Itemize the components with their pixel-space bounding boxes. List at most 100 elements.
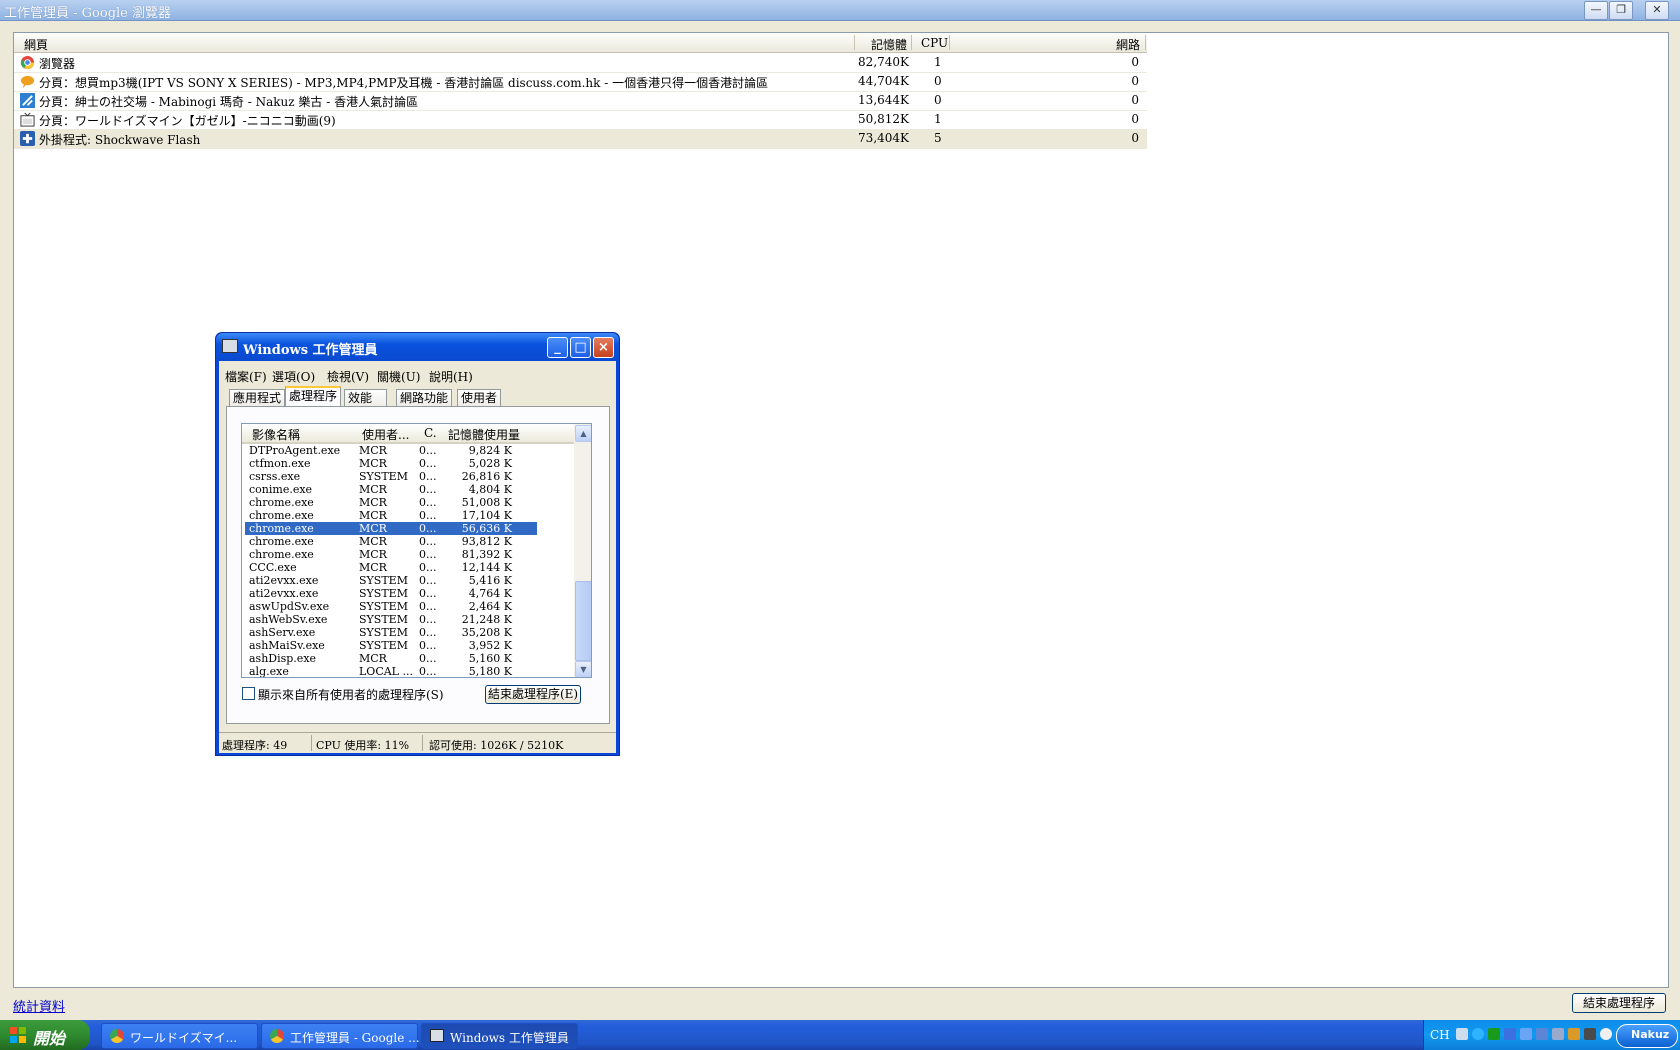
process-user: MCR — [359, 457, 387, 470]
column-user[interactable]: 使用者... — [362, 426, 409, 443]
process-mem: 4,804 K — [468, 483, 512, 496]
process-image-name: ashDisp.exe — [249, 652, 317, 665]
process-row[interactable]: alg.exe LOCAL ... 0... 5,180 K — [245, 665, 537, 678]
show-all-users-label: 顯示來自所有使用者的處理程序(S) — [258, 688, 444, 702]
task-manager-icon — [430, 1029, 444, 1042]
process-row[interactable]: ashServ.exe SYSTEM 0... 35,208 K — [245, 626, 537, 639]
process-cpu: 0... — [419, 470, 437, 483]
language-indicator[interactable]: CH — [1430, 1028, 1450, 1042]
scroll-thumb[interactable] — [575, 581, 591, 661]
antivirus-icon[interactable] — [1568, 1028, 1580, 1040]
tm-minimize-button[interactable]: _ — [547, 337, 568, 358]
taskbar-item[interactable]: 工作管理員 - Google ... — [261, 1023, 420, 1049]
process-row[interactable]: chrome.exe MCR 0... 81,392 K — [245, 548, 537, 561]
process-row[interactable]: chrome.exe MCR 0... 51,008 K — [245, 496, 537, 509]
column-memory[interactable]: 記憶體 — [871, 36, 907, 53]
tray-app-icon[interactable] — [1600, 1028, 1612, 1040]
column-image-name[interactable]: 影像名稱 — [252, 426, 300, 443]
ime-icon[interactable] — [1456, 1028, 1468, 1040]
stats-link[interactable]: 統計資料 — [13, 996, 65, 1015]
process-row[interactable]: csrss.exe SYSTEM 0... 26,816 K — [245, 470, 537, 483]
process-row[interactable]: chrome.exe MCR 0... 17,104 K — [245, 509, 537, 522]
column-cpu[interactable]: C. — [424, 426, 437, 440]
minimize-button[interactable]: — — [1584, 1, 1608, 20]
table-row[interactable]: 外掛程式: Shockwave Flash 73,404K 5 0 — [14, 129, 1147, 149]
cpu-value: 5 — [934, 131, 942, 145]
process-row[interactable]: ashWebSv.exe SYSTEM 0... 21,248 K — [245, 613, 537, 626]
process-list-scrollbar[interactable]: ▲ ▼ — [574, 424, 591, 677]
process-row[interactable]: chrome.exe MCR 0... 56,636 K — [245, 522, 537, 535]
process-image-name: ashMaiSv.exe — [249, 639, 325, 652]
update-icon[interactable] — [1472, 1028, 1484, 1040]
window-title: 工作管理員 - Google 瀏覽器 — [4, 6, 172, 21]
table-row[interactable]: 瀏覽器 82,740K 1 0 — [14, 53, 1147, 73]
tm-body: 檔案(F) 選項(O) 檢視(V) 關機(U) 說明(H) 應用程式 處理程序 … — [219, 361, 616, 753]
processes-panel: 影像名稱 使用者... C. 記憶體使用量 DTProAgent.exe MCR 0… — [226, 406, 610, 724]
taskbar-item-active[interactable]: Windows 工作管理員 — [421, 1023, 578, 1049]
table-row[interactable]: 分頁：紳士の社交場 - Mabinogi 瑪奇 - Nakuz 樂古 - 香港人… — [14, 91, 1147, 111]
show-all-users-checkbox[interactable] — [242, 687, 255, 700]
nakuz-badge[interactable]: Nakuz — [1616, 1024, 1678, 1048]
speech-bubble-icon — [20, 75, 35, 89]
process-mem: 17,104 K — [461, 509, 512, 522]
taskbar-item[interactable]: ワールドイズマイ... — [101, 1023, 258, 1049]
close-button[interactable]: ✕ — [1645, 1, 1669, 20]
tray-app-icon[interactable] — [1552, 1028, 1564, 1040]
tm-maximize-button[interactable]: □ — [570, 337, 591, 358]
process-name: 分頁：ワールドイズマイン【ガゼル】-ニコニコ動画(9) — [39, 114, 336, 128]
tray-app-icon[interactable] — [1504, 1028, 1516, 1040]
column-mem-usage[interactable]: 記憶體使用量 — [448, 426, 520, 443]
tab-applications[interactable]: 應用程式 — [229, 389, 286, 407]
menu-file[interactable]: 檔案(F) — [225, 368, 267, 385]
scroll-up-button[interactable]: ▲ — [575, 425, 591, 442]
network-value: 0 — [1131, 55, 1139, 69]
cpu-value: 1 — [934, 112, 942, 126]
process-list[interactable]: 影像名稱 使用者... C. 記憶體使用量 DTProAgent.exe MCR 0… — [241, 423, 592, 678]
tab-networking[interactable]: 網路功能 — [396, 389, 453, 407]
process-image-name: aswUpdSv.exe — [249, 600, 330, 613]
menu-shutdown[interactable]: 關機(U) — [377, 368, 420, 385]
chrome-icon — [270, 1029, 284, 1043]
tab-users[interactable]: 使用者 — [457, 389, 502, 407]
memory-value: 44,704K — [858, 74, 909, 88]
process-row[interactable]: CCC.exe MCR 0... 12,144 K — [245, 561, 537, 574]
process-row[interactable]: conime.exe MCR 0... 4,804 K — [245, 483, 537, 496]
scroll-down-button[interactable]: ▼ — [575, 661, 591, 677]
column-cpu[interactable]: CPU — [921, 36, 948, 50]
process-row[interactable]: chrome.exe MCR 0... 93,812 K — [245, 535, 537, 548]
table-row[interactable]: 分頁：想買mp3機(IPT VS SONY X SERIES) - MP3,MP… — [14, 72, 1147, 92]
process-cpu: 0... — [419, 483, 437, 496]
menu-help[interactable]: 說明(H) — [429, 368, 473, 385]
tray-app-icon[interactable] — [1584, 1028, 1596, 1040]
tm-end-process-button[interactable]: 結束處理程序(E) — [485, 685, 581, 704]
process-row[interactable]: ati2evxx.exe SYSTEM 0... 4,764 K — [245, 587, 537, 600]
process-mem: 81,392 K — [461, 548, 512, 561]
tab-performance[interactable]: 效能 — [344, 389, 387, 407]
plugin-icon — [20, 131, 35, 146]
process-image-name: alg.exe — [249, 665, 289, 678]
tm-titlebar[interactable]: Windows 工作管理員 _ □ × — [216, 333, 619, 361]
process-row[interactable]: ati2evxx.exe SYSTEM 0... 5,416 K — [245, 574, 537, 587]
process-row[interactable]: aswUpdSv.exe SYSTEM 0... 2,464 K — [245, 600, 537, 613]
network-icon[interactable] — [1520, 1028, 1532, 1040]
end-process-button[interactable]: 結束處理程序 — [1572, 993, 1666, 1013]
table-row[interactable]: 分頁：ワールドイズマイン【ガゼル】-ニコニコ動画(9) 50,812K 1 0 — [14, 110, 1147, 130]
restore-button[interactable]: ❐ — [1609, 1, 1633, 20]
menu-view[interactable]: 檢視(V) — [327, 368, 369, 385]
start-button[interactable]: 開始 — [0, 1020, 90, 1050]
tm-close-button[interactable]: × — [593, 337, 614, 358]
column-network[interactable]: 網路 — [1116, 36, 1140, 53]
process-image-name: chrome.exe — [249, 535, 314, 548]
process-row[interactable]: ctfmon.exe MCR 0... 5,028 K — [245, 457, 537, 470]
process-image-name: CCC.exe — [249, 561, 297, 574]
process-cpu: 0... — [419, 496, 437, 509]
menu-options[interactable]: 選項(O) — [272, 368, 315, 385]
process-row[interactable]: ashDisp.exe MCR 0... 5,160 K — [245, 652, 537, 665]
process-row[interactable]: ashMaiSv.exe SYSTEM 0... 3,952 K — [245, 639, 537, 652]
chrome-tm-titlebar: 工作管理員 - Google 瀏覽器 — ❐ ✕ — [0, 0, 1680, 21]
column-page[interactable]: 網頁 — [24, 36, 48, 53]
network-icon[interactable] — [1536, 1028, 1548, 1040]
process-row[interactable]: DTProAgent.exe MCR 0... 9,824 K — [245, 444, 537, 457]
status-cpu: CPU 使用率: 11% — [316, 739, 410, 752]
tray-app-icon[interactable] — [1488, 1028, 1500, 1040]
